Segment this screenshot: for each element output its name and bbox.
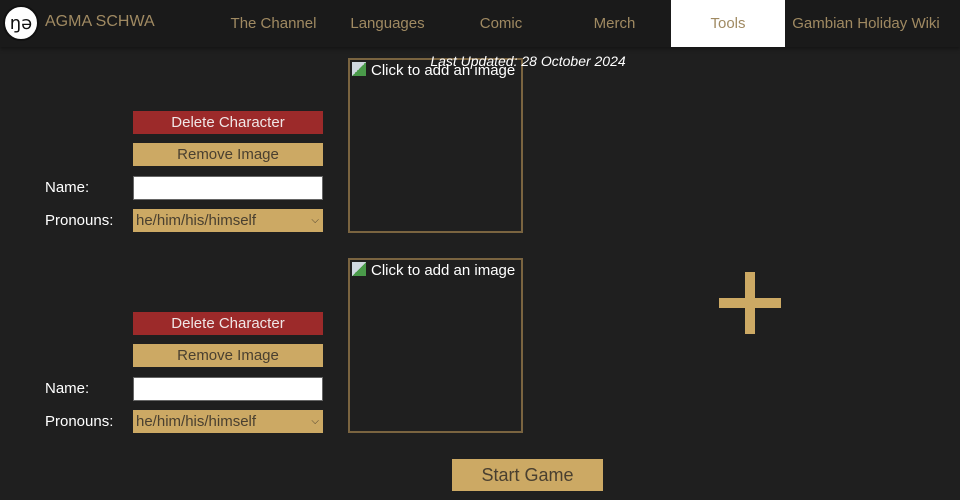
nav-the-channel[interactable]: The Channel xyxy=(220,0,327,47)
pronouns-value: he/him/his/himself xyxy=(136,212,257,229)
name-label: Name: xyxy=(45,380,90,397)
logo[interactable]: ŋə xyxy=(3,5,39,41)
pronouns-value: he/him/his/himself xyxy=(136,413,257,430)
chevron-down-icon: ⌵ xyxy=(311,416,319,427)
name-input[interactable] xyxy=(133,176,323,200)
start-game-button[interactable]: Start Game xyxy=(452,459,603,491)
site-header: ŋə AGMA SCHWA The Channel Languages Comi… xyxy=(0,0,960,47)
nav-comic[interactable]: Comic xyxy=(450,0,552,47)
remove-image-button[interactable]: Remove Image xyxy=(133,344,323,367)
pronouns-label: Pronouns: xyxy=(45,413,114,430)
pronouns-select[interactable]: he/him/his/himself ⌵ xyxy=(133,410,323,433)
image-upload-1[interactable]: Click to add an image xyxy=(348,58,523,233)
nav-tools[interactable]: Tools xyxy=(671,0,785,47)
brand-name[interactable]: AGMA SCHWA xyxy=(45,13,155,31)
nav-languages[interactable]: Languages xyxy=(335,0,440,47)
nav-gambian-holiday-wiki[interactable]: Gambian Holiday Wiki xyxy=(788,0,944,47)
last-updated: Last Updated: 28 October 2024 xyxy=(430,53,626,69)
image-upload-2[interactable]: Click to add an image xyxy=(348,258,523,433)
pronouns-label: Pronouns: xyxy=(45,212,114,229)
nav-merch[interactable]: Merch xyxy=(563,0,666,47)
chevron-down-icon: ⌵ xyxy=(311,215,319,226)
delete-character-button[interactable]: Delete Character xyxy=(133,312,323,335)
pronouns-select[interactable]: he/him/his/himself ⌵ xyxy=(133,209,323,232)
name-label: Name: xyxy=(45,179,90,196)
plus-icon[interactable] xyxy=(719,272,781,334)
remove-image-button[interactable]: Remove Image xyxy=(133,143,323,166)
delete-character-button[interactable]: Delete Character xyxy=(133,111,323,134)
name-input[interactable] xyxy=(133,377,323,401)
image-placeholder: Click to add an image xyxy=(352,262,515,279)
